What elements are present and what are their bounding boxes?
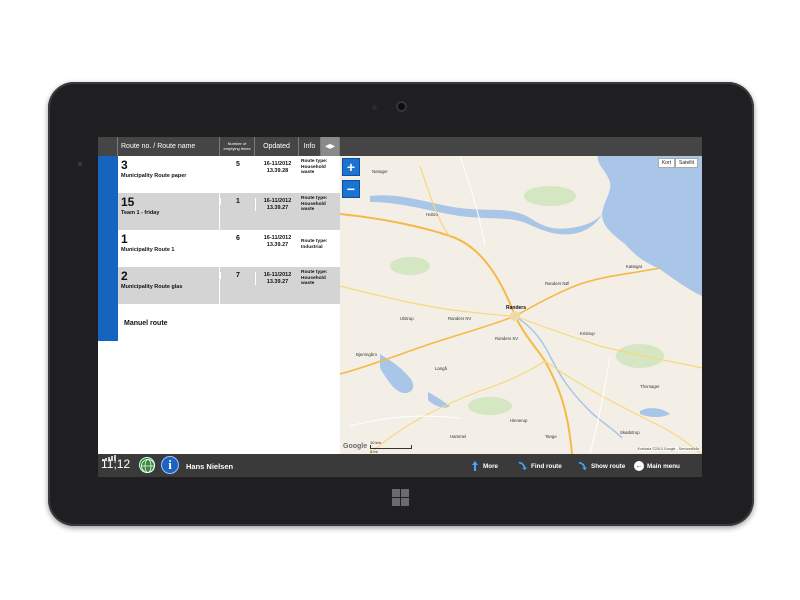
show-route-arrow-icon xyxy=(578,460,588,472)
map-copyright[interactable]: Kortdata ©2013 Google - Servicevilkår xyxy=(637,447,699,451)
route-name-header[interactable]: Route no. / Route name xyxy=(118,137,220,156)
route-number: 15 xyxy=(121,195,135,209)
map-label-town: Langå xyxy=(435,366,447,371)
zoom-in-button[interactable]: + xyxy=(342,158,360,176)
map-label-town: Randers SV xyxy=(495,336,519,341)
route-row[interactable]: 2 Municipality Route glas 7 16-11/2012 13… xyxy=(98,267,340,304)
find-route-arrow-icon xyxy=(518,460,528,472)
map-type-map-button[interactable]: Kort xyxy=(657,158,675,168)
info-icon[interactable]: i xyxy=(161,456,179,474)
windows-logo-icon[interactable] xyxy=(392,489,409,506)
manual-route-row[interactable]: Manuel route xyxy=(98,304,340,341)
map-view[interactable]: Kort Satellit + − Randers Nørager Hobro … xyxy=(340,156,702,454)
map-label-town: Nørager xyxy=(372,169,388,174)
updated-timestamp: 16-11/2012 13.39.27 xyxy=(255,198,299,211)
route-row[interactable]: 15 Team 1 - friday 1 16-11/2012 13.39.27 … xyxy=(98,193,340,230)
map-label-town: Bjerringbro xyxy=(356,352,378,357)
route-name: Municipality Route 1 xyxy=(121,247,175,253)
row-accent-strip xyxy=(98,230,118,267)
route-number: 3 xyxy=(121,158,128,172)
emptying-count: 7 xyxy=(220,272,255,279)
route-type-info: Route type: Industrial xyxy=(301,239,328,250)
column-resize-icon[interactable]: ◂▸ xyxy=(321,137,340,156)
map-label-town: Kristrup xyxy=(580,331,595,336)
map-label-randers: Randers xyxy=(506,305,527,311)
route-name: Team 1 - friday xyxy=(121,210,160,216)
zoom-out-button[interactable]: − xyxy=(342,180,360,198)
emptying-count: 1 xyxy=(220,198,255,205)
route-row[interactable]: 1 Municipality Route 1 6 16-11/2012 13.39… xyxy=(98,230,340,267)
row-accent-strip xyxy=(98,304,118,341)
back-arrow-icon: ← xyxy=(634,461,644,471)
route-name: Municipality Route paper xyxy=(121,173,187,179)
route-row[interactable]: 3 Municipality Route paper 5 16-11/2012 1… xyxy=(98,156,340,193)
emptying-count-header[interactable]: Number of emptying times xyxy=(220,137,255,156)
tablet-screen: Route no. / Route name Number of emptyin… xyxy=(98,137,702,477)
bottom-bar: 11;12 i Hans Nielsen More Find route Sho… xyxy=(98,454,702,477)
map-label-town: Hammel xyxy=(450,434,466,439)
google-logo: Google xyxy=(343,443,368,450)
updated-timestamp: 16-11/2012 13.39.28 xyxy=(255,161,299,174)
arrow-up-icon xyxy=(470,460,480,472)
emptying-count: 5 xyxy=(220,161,255,168)
header-strip xyxy=(98,137,118,156)
map-label-town: Hinnerup xyxy=(510,418,528,423)
map-label-town: Ulstrup xyxy=(400,316,414,321)
more-button[interactable]: More xyxy=(470,458,498,474)
updated-timestamp: 16-11/2012 13.39.27 xyxy=(255,272,299,285)
map-label-town: Tange xyxy=(545,434,557,439)
route-type-info: Route type: Household waste xyxy=(301,159,328,176)
globe-icon[interactable] xyxy=(139,457,155,473)
map-scale: 10 km 5 mi xyxy=(370,440,412,454)
updated-timestamp: 16-11/2012 13.39.27 xyxy=(255,235,299,248)
map-label-town: Skødstrup xyxy=(620,430,640,435)
clock: 11;12 xyxy=(101,457,131,471)
map-label-town: Randers NØ xyxy=(545,281,569,286)
route-name: Municipality Route glas xyxy=(121,284,183,290)
route-type-info: Route type: Household waste xyxy=(301,196,328,213)
route-table-header: Route no. / Route name Number of emptyin… xyxy=(98,137,702,156)
find-route-button[interactable]: Find route xyxy=(518,458,562,474)
map-type-toggle: Kort Satellit xyxy=(657,158,698,168)
row-accent-strip xyxy=(98,267,118,304)
emptying-count: 6 xyxy=(220,235,255,242)
show-route-button[interactable]: Show route xyxy=(578,458,625,474)
manual-route-label: Manuel route xyxy=(124,320,168,327)
user-name: Hans Nielsen xyxy=(186,462,234,471)
row-accent-strip xyxy=(98,156,118,193)
updated-header[interactable]: Opdated xyxy=(255,137,299,156)
route-number: 1 xyxy=(121,232,128,246)
map-label-town: Randers NV xyxy=(448,316,472,321)
bezel-sensor-dot xyxy=(78,162,82,166)
row-accent-strip xyxy=(98,193,118,230)
header-filler xyxy=(340,137,702,156)
map-label-sea: Kattegat xyxy=(626,264,643,269)
route-type-info: Route type: Household waste xyxy=(301,270,328,287)
info-header[interactable]: Info xyxy=(299,137,321,156)
route-number: 2 xyxy=(121,269,128,283)
main-menu-button[interactable]: ← Main menu xyxy=(634,458,680,474)
camera-lens xyxy=(396,101,407,112)
map-type-satellite-button[interactable]: Satellit xyxy=(674,158,698,168)
light-sensor xyxy=(372,105,377,110)
map-label-town: Hobro xyxy=(426,212,438,217)
map-label-town: Thorsager xyxy=(640,384,660,389)
